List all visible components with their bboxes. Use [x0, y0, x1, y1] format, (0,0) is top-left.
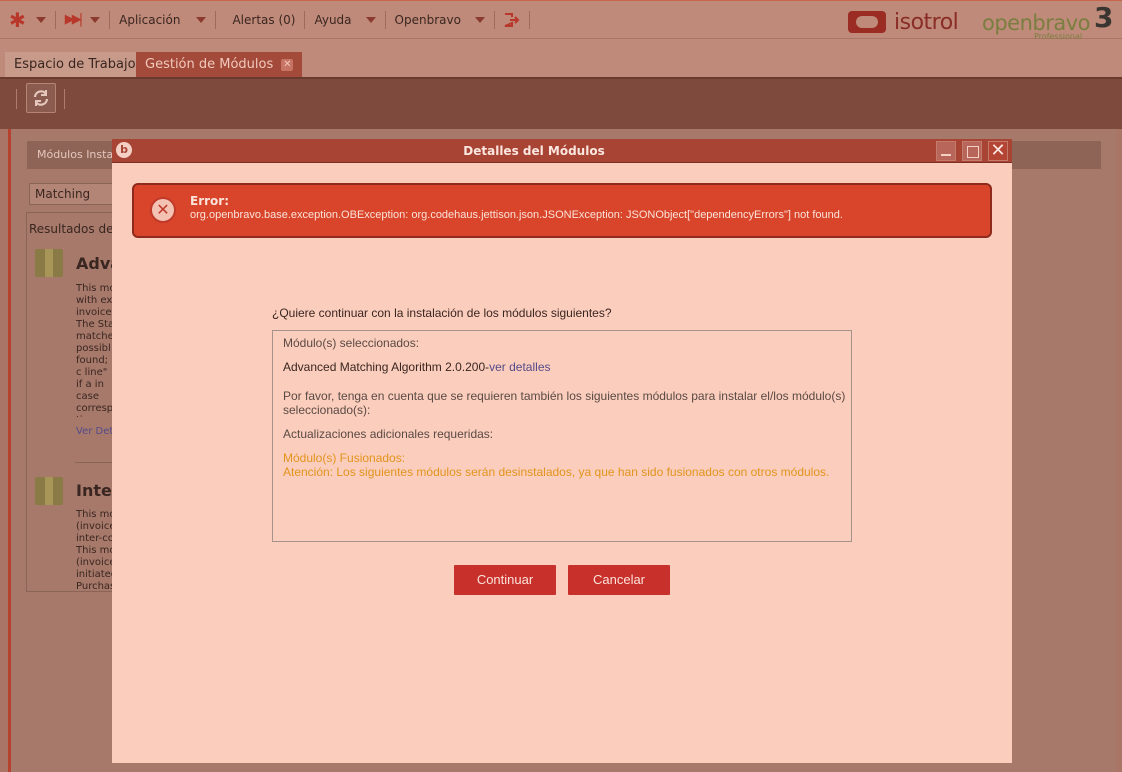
isotrol-logo-text: isotrol: [894, 9, 959, 35]
help-menu-label: Ayuda: [314, 12, 352, 27]
dialog-titlebar[interactable]: b Detalles del Módulos ✕: [112, 139, 1012, 163]
view-details-link[interactable]: ver detalles: [489, 360, 550, 374]
refresh-button[interactable]: [26, 83, 56, 113]
logout-icon: [504, 12, 520, 27]
chevron-down-icon: [90, 16, 101, 23]
refresh-icon: [33, 90, 49, 106]
dialog-title: Detalles del Módulos: [463, 144, 605, 158]
dependencies-note: Por favor, tenga en cuenta que se requie…: [283, 389, 846, 417]
error-message: org.openbravo.base.exception.OBException…: [190, 209, 843, 221]
openbravo-version: 3: [1094, 1, 1114, 34]
package-icon: [35, 477, 63, 505]
tab-module-management-label: Gestión de Módulos: [145, 57, 274, 72]
module-details-box: Módulo(s) seleccionados: Advanced Matchi…: [272, 330, 852, 542]
tab-workspace[interactable]: Espacio de Trabajo: [5, 52, 145, 77]
cancel-button[interactable]: Cancelar: [568, 565, 670, 595]
module-search-value: Matching: [35, 187, 91, 201]
openbravo-logo: openbravo Professional 3: [982, 1, 1114, 41]
alerts-link[interactable]: Alertas (0): [216, 1, 304, 38]
confirm-question: ¿Quiere continuar con la instalación de …: [272, 306, 612, 320]
error-icon: ✕: [150, 197, 176, 223]
alerts-label: Alertas (0): [232, 12, 296, 27]
selected-module-entry: Advanced Matching Algorithm 2.0.200-ver …: [283, 360, 551, 374]
module-details-link[interactable]: Ver Det: [76, 426, 113, 437]
quick-launch-menu[interactable]: ▶▶|: [56, 1, 109, 38]
toolbar: [0, 77, 1122, 129]
logout-button[interactable]: [495, 1, 529, 38]
package-icon: [35, 249, 63, 277]
close-icon: ✕: [990, 140, 1006, 161]
top-navbar: ✱ ▶▶| Aplicación Alertas (0) Ayuda Openb…: [0, 0, 1122, 41]
help-menu[interactable]: Ayuda: [305, 1, 384, 38]
installed-modules-header-label: Módulos Instala: [37, 148, 123, 161]
nav-divider: [528, 10, 530, 29]
asterisk-icon: ✱: [9, 7, 26, 32]
close-tab-icon[interactable]: ✕: [281, 58, 294, 71]
module-divider: [75, 462, 115, 463]
error-message-box: ✕ Error: org.openbravo.base.exception.OB…: [132, 183, 992, 238]
additional-updates-heading: Actualizaciones adicionales requeridas:: [283, 427, 494, 441]
selected-module-name: Advanced Matching Algorithm 2.0.200-: [283, 360, 490, 374]
close-dialog-button[interactable]: ✕: [988, 141, 1008, 161]
tab-bar: Espacio de Trabajo Gestión de Módulos ✕: [0, 39, 1122, 77]
chevron-down-icon: [196, 16, 207, 23]
isotrol-logo: isotrol: [848, 9, 959, 35]
continue-button[interactable]: Continuar: [454, 565, 556, 595]
create-new-menu[interactable]: ✱: [0, 1, 55, 38]
chevron-down-icon: [365, 16, 376, 23]
module-description: This mc with exi invoices The Sta matche…: [76, 283, 116, 417]
tab-workspace-label: Espacio de Trabajo: [14, 57, 136, 72]
chevron-down-icon: [35, 16, 46, 23]
isotrol-mark-icon: [848, 11, 886, 33]
toolbar-divider: [64, 89, 65, 109]
merged-modules-warning: Atención: Los siguientes módulos serán d…: [283, 465, 830, 479]
fast-forward-icon: ▶▶|: [64, 12, 83, 27]
module-details-dialog: b Detalles del Módulos ✕ ✕ Error: org.op…: [112, 139, 1012, 763]
openbravo-menu[interactable]: Openbravo: [386, 1, 494, 38]
application-menu[interactable]: Aplicación: [110, 1, 215, 38]
error-label: Error:: [190, 194, 229, 208]
maximize-button[interactable]: [962, 141, 982, 161]
selected-modules-heading: Módulo(s) seleccionados:: [283, 336, 420, 350]
minimize-button[interactable]: [936, 141, 956, 161]
merged-modules-heading: Módulo(s) Fusionados:: [283, 451, 406, 465]
application-menu-label: Aplicación: [119, 12, 181, 27]
toolbar-divider: [16, 89, 17, 109]
openbravo-menu-label: Openbravo: [394, 12, 461, 27]
chevron-down-icon: [474, 16, 485, 23]
tab-module-management[interactable]: Gestión de Módulos ✕: [136, 52, 303, 77]
module-description: This mc (invoice inter-co This mc (invoi…: [76, 509, 116, 591]
